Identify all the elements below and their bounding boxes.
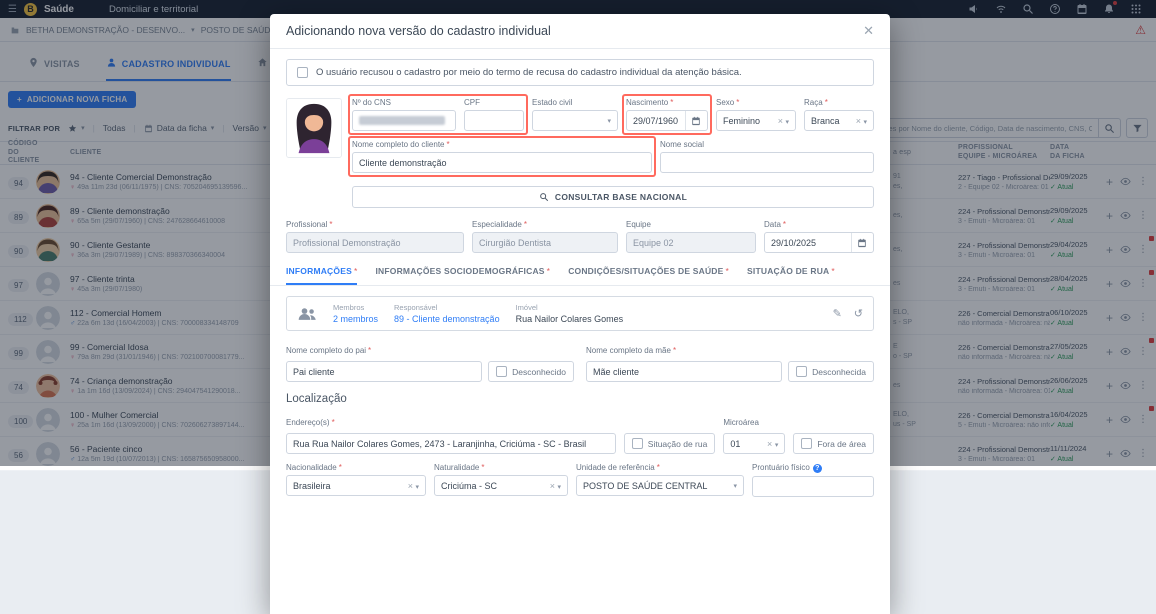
- info-icon[interactable]: ?: [813, 464, 822, 473]
- mae-desconhecida-checkbox[interactable]: Desconhecida: [788, 361, 874, 382]
- nome-input[interactable]: [352, 152, 652, 173]
- modal-cadastro-individual: Adicionando nova versão do cadastro indi…: [270, 14, 890, 614]
- endereco-input[interactable]: [286, 433, 616, 454]
- modal-tab-3[interactable]: SITUAÇÃO DE RUA: [747, 266, 835, 285]
- profissional-label: Profissional: [286, 220, 464, 229]
- clear-icon: ×: [856, 116, 861, 126]
- nascimento-highlight: Nascimento 29/07/1960: [626, 98, 708, 131]
- modal-title: Adicionando nova versão do cadastro indi…: [286, 24, 551, 38]
- nome-highlight: Nome completo do cliente: [352, 140, 652, 173]
- prontuario-input[interactable]: [752, 476, 874, 497]
- endereco-label: Endereço(s): [286, 418, 335, 427]
- unidade-referencia-label: Unidade de referência: [576, 463, 744, 472]
- members-card: Membros 2 membros Responsável 89 - Clien…: [286, 296, 874, 331]
- mae-label: Nome completo da mãe: [586, 346, 676, 355]
- estado-civil-select[interactable]: ▾: [532, 110, 618, 131]
- chevron-down-icon: ▾: [775, 442, 779, 449]
- client-photo[interactable]: [286, 98, 342, 158]
- pai-desconhecido-checkbox[interactable]: Desconhecido: [488, 361, 574, 382]
- nome-social-label: Nome social: [660, 140, 874, 149]
- responsavel-link[interactable]: 89 - Cliente demonstração: [394, 314, 500, 324]
- membros-label: Membros: [333, 303, 378, 312]
- calendar-icon[interactable]: [685, 111, 701, 130]
- microarea-select[interactable]: 01× ▾: [723, 433, 785, 454]
- situacao-rua-checkbox[interactable]: Situação de rua: [624, 433, 716, 454]
- imovel-label: Imóvel: [516, 303, 624, 312]
- fora-de-area-checkbox[interactable]: Fora de área: [793, 433, 874, 454]
- chevron-down-icon: ▾: [785, 119, 789, 126]
- membros-link[interactable]: 2 membros: [333, 314, 378, 324]
- refusal-label: O usuário recusou o cadastro por meio do…: [316, 67, 742, 78]
- mae-input[interactable]: [586, 361, 782, 382]
- nome-label: Nome completo do cliente: [352, 140, 652, 149]
- nascimento-label: Nascimento: [626, 98, 708, 107]
- estado-civil-label: Estado civil: [532, 98, 618, 107]
- microarea-label: Microárea: [723, 418, 759, 427]
- imovel-value: Rua Nailor Colares Gomes: [516, 314, 624, 324]
- naturalidade-select[interactable]: Criciúma - SC× ▾: [434, 475, 568, 496]
- pai-label: Nome completo do pai: [286, 346, 371, 355]
- equipe-label: Equipe: [626, 220, 756, 229]
- history-icon[interactable]: ↺: [854, 307, 863, 320]
- localizacao-heading: Localização: [270, 393, 890, 405]
- chevron-down-icon: ▾: [863, 119, 867, 126]
- cns-label: Nº do CNS: [352, 98, 456, 107]
- responsavel-label: Responsável: [394, 303, 500, 312]
- modal-tab-0[interactable]: INFORMAÇÕES: [286, 266, 357, 285]
- especialidade-label: Especialidade: [472, 220, 618, 229]
- raca-label: Raça: [804, 98, 874, 107]
- edit-icon[interactable]: ✎: [833, 307, 842, 320]
- cpf-label: CPF: [464, 98, 524, 107]
- chevron-down-icon: ▾: [607, 117, 611, 125]
- members-icon: [297, 304, 317, 324]
- nacionalidade-label: Nacionalidade: [286, 463, 426, 472]
- consultar-base-nacional-button[interactable]: CONSULTAR BASE NACIONAL: [352, 186, 874, 208]
- nascimento-input[interactable]: 29/07/1960: [626, 110, 708, 131]
- raca-select[interactable]: Branca× ▾: [804, 110, 874, 131]
- naturalidade-label: Naturalidade: [434, 463, 568, 472]
- equipe-input: Equipe 02: [626, 232, 756, 253]
- pai-input[interactable]: [286, 361, 482, 382]
- especialidade-input: Cirurgião Dentista: [472, 232, 618, 253]
- redacted-value: [359, 116, 445, 125]
- modal-tab-1[interactable]: INFORMAÇÕES SOCIODEMOGRÁFICAS: [375, 266, 550, 285]
- cpf-input[interactable]: [464, 110, 524, 131]
- cns-input[interactable]: [352, 110, 456, 131]
- search-icon: [539, 192, 549, 202]
- clear-icon: ×: [778, 116, 783, 126]
- modal-tab-2[interactable]: CONDIÇÕES/SITUAÇÕES DE SAÚDE: [568, 266, 729, 285]
- profissional-input: Profissional Demonstração: [286, 232, 464, 253]
- close-icon[interactable]: ✕: [863, 23, 874, 39]
- modal-tabs: INFORMAÇÕES INFORMAÇÕES SOCIODEMOGRÁFICAS…: [270, 266, 890, 286]
- refusal-panel: O usuário recusou o cadastro por meio do…: [286, 59, 874, 86]
- data-label: Data: [764, 220, 874, 229]
- refusal-checkbox[interactable]: [297, 67, 308, 78]
- unidade-referencia-select[interactable]: POSTO DE SAÚDE CENTRAL▾: [576, 475, 744, 496]
- nome-social-input[interactable]: [660, 152, 874, 173]
- prontuario-label: Prontuário físico?: [752, 463, 874, 473]
- cns-cpf-highlight: Nº do CNS CPF: [352, 98, 524, 131]
- nacionalidade-select[interactable]: Brasileira× ▾: [286, 475, 426, 496]
- sexo-select[interactable]: Feminino× ▾: [716, 110, 796, 131]
- sexo-label: Sexo: [716, 98, 796, 107]
- clear-icon: ×: [767, 439, 772, 449]
- calendar-icon[interactable]: [851, 233, 867, 252]
- data-input[interactable]: 29/10/2025: [764, 232, 874, 253]
